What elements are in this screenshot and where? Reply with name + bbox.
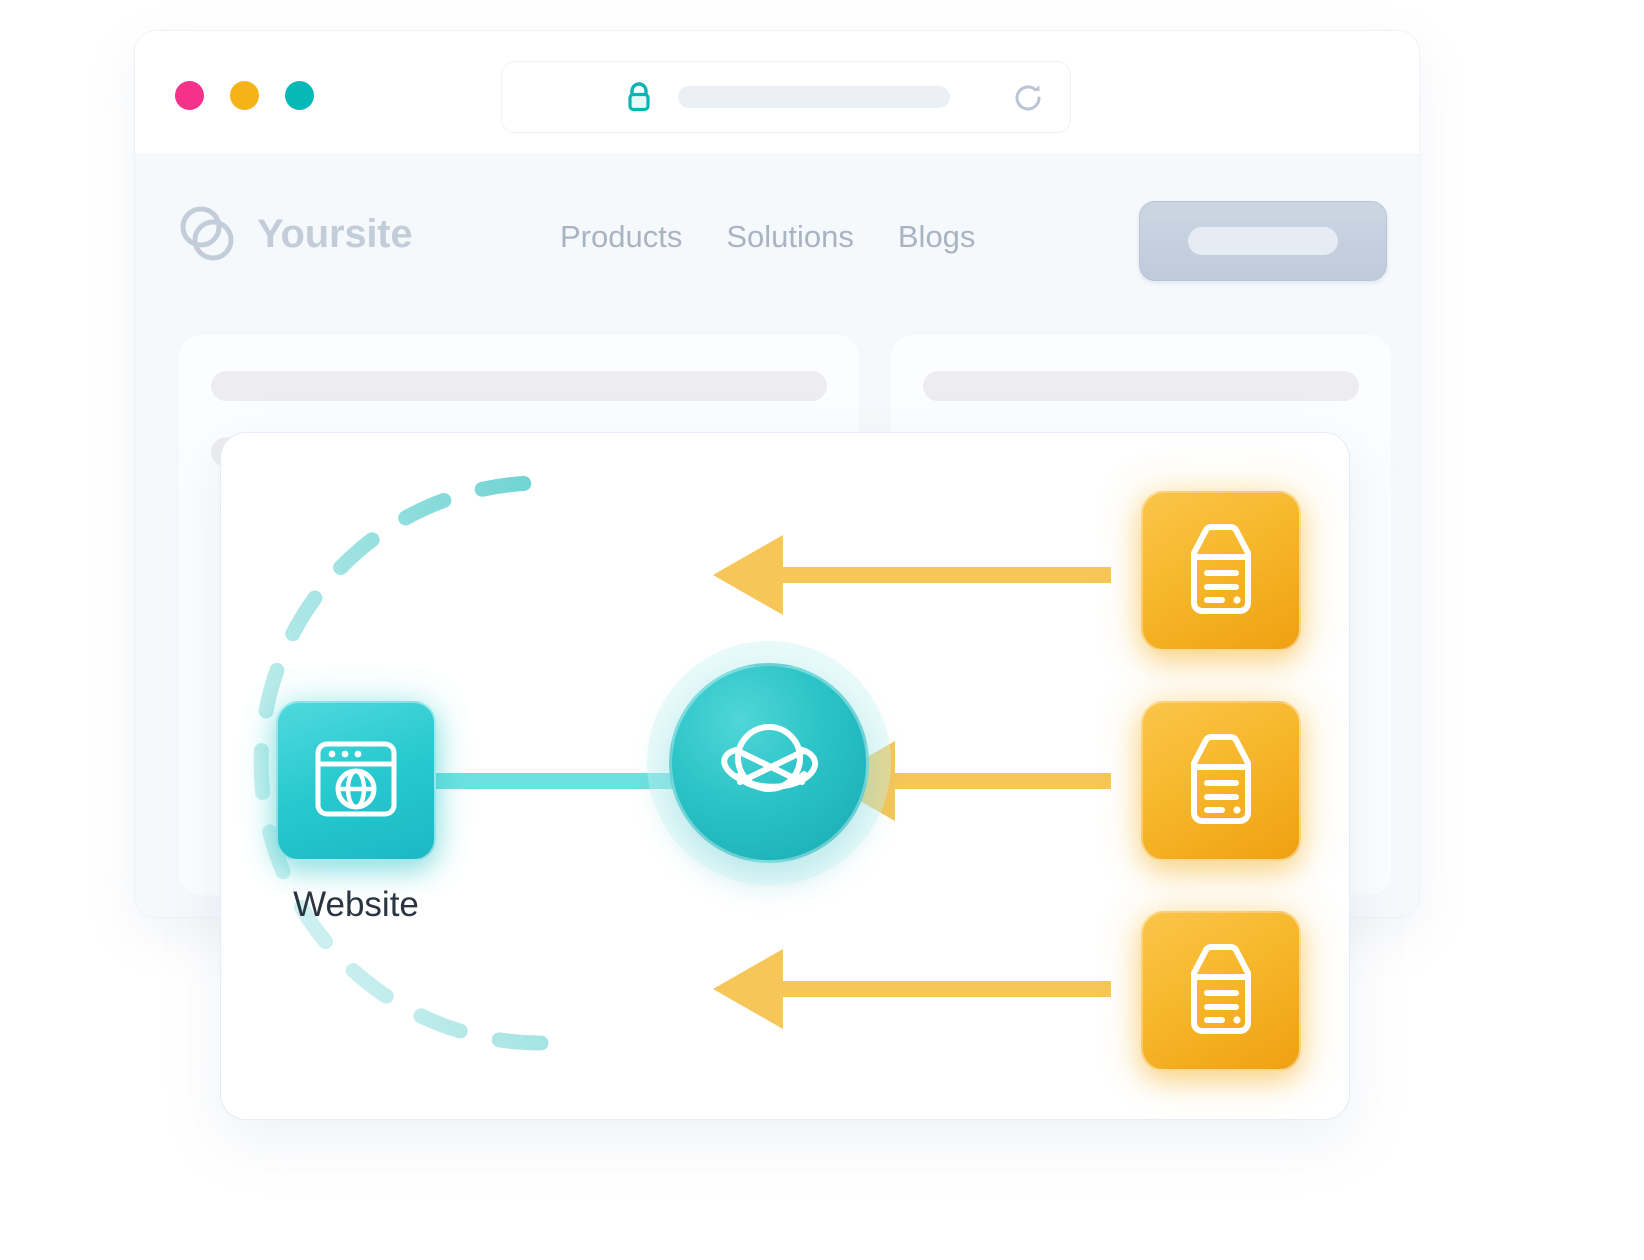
minimize-window-dot[interactable] — [230, 81, 259, 110]
connector-document-1-to-hub — [713, 535, 1111, 615]
document-node[interactable] — [1141, 491, 1301, 651]
document-node[interactable] — [1141, 701, 1301, 861]
reload-icon[interactable] — [1012, 82, 1044, 114]
cta-button-label-placeholder — [1188, 227, 1338, 255]
website-node[interactable] — [276, 701, 436, 861]
hub-node[interactable] — [669, 663, 869, 863]
close-window-dot[interactable] — [175, 81, 204, 110]
document-icon — [1180, 941, 1262, 1042]
brand-name: Yoursite — [257, 211, 413, 256]
nav-links: Products Solutions Blogs — [560, 219, 975, 255]
document-icon — [1180, 731, 1262, 832]
url-input-placeholder[interactable] — [678, 86, 950, 108]
connector-website-to-hub — [436, 773, 681, 789]
diagram-card: Website — [220, 432, 1350, 1120]
brand-logo[interactable]: Yoursite — [177, 203, 413, 265]
site-navbar: Yoursite Products Solutions Blogs — [135, 155, 1419, 309]
document-node[interactable] — [1141, 911, 1301, 1071]
lock-icon — [624, 81, 654, 113]
browser-titlebar — [135, 31, 1419, 155]
globe-network-icon — [714, 706, 824, 821]
illustration-stage: Yoursite Products Solutions Blogs Websit… — [0, 0, 1644, 1260]
website-node-label: Website — [293, 885, 419, 924]
connector-document-3-to-hub — [713, 949, 1111, 1029]
address-bar[interactable] — [501, 61, 1071, 133]
maximize-window-dot[interactable] — [285, 81, 314, 110]
overlapping-circles-logo-icon — [177, 203, 239, 265]
nav-link-solutions[interactable]: Solutions — [726, 219, 854, 255]
nav-link-blogs[interactable]: Blogs — [898, 219, 976, 255]
traffic-light-controls — [175, 81, 314, 110]
skeleton-bar — [211, 371, 827, 401]
cta-button[interactable] — [1139, 201, 1387, 281]
browser-globe-icon — [312, 735, 400, 828]
nav-link-products[interactable]: Products — [560, 219, 682, 255]
skeleton-bar — [923, 371, 1359, 401]
document-icon — [1180, 521, 1262, 622]
